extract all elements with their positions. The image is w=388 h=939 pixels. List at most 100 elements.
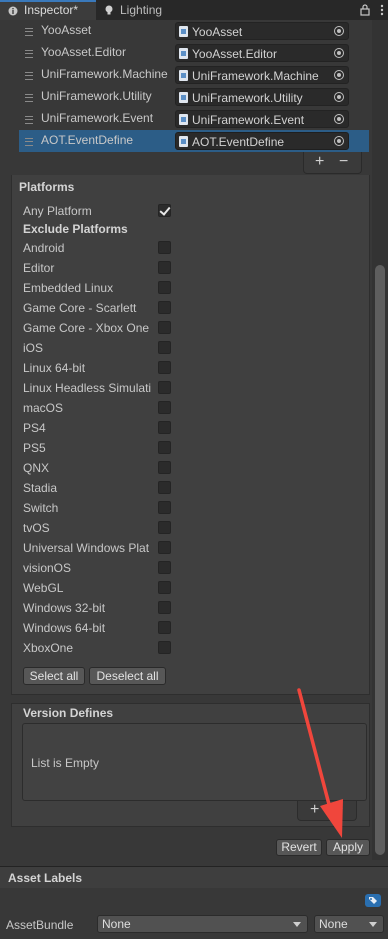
platform-label: Android [23, 241, 65, 255]
deselect-all-button[interactable]: Deselect all [89, 667, 166, 685]
asset-labels-title: Asset Labels [8, 871, 83, 885]
reference-label: UniFramework.Machine [41, 67, 168, 81]
drag-handle-icon[interactable] [25, 50, 33, 58]
object-field-value: UniFramework.Utility [192, 91, 303, 105]
object-field[interactable]: UniFramework.Utility [175, 88, 349, 106]
platform-label: Game Core - Xbox One [23, 321, 150, 335]
platform-label: Windows 64-bit [23, 621, 106, 635]
tab-bar: Inspector* Lighting [0, 0, 388, 20]
object-picker-icon[interactable] [334, 92, 344, 102]
tag-icon[interactable] [365, 894, 381, 907]
platform-checkbox[interactable] [158, 481, 171, 494]
asmdef-file-icon [179, 26, 188, 37]
any-platform-checkbox[interactable] [158, 204, 171, 217]
add-define-button[interactable]: + [310, 801, 319, 819]
reference-row[interactable]: UniFramework.Machine UniFramework.Machin… [19, 64, 369, 86]
platform-checkbox[interactable] [158, 361, 171, 374]
platform-checkbox[interactable] [158, 441, 171, 454]
tab-inspector[interactable]: Inspector* [0, 0, 96, 20]
platform-checkbox[interactable] [158, 501, 171, 514]
drag-handle-icon[interactable] [25, 28, 33, 36]
drag-handle-icon[interactable] [25, 72, 33, 80]
object-picker-icon[interactable] [334, 136, 344, 146]
platform-checkbox[interactable] [158, 581, 171, 594]
reference-row-selected[interactable]: AOT.EventDefine AOT.EventDefine [19, 130, 369, 152]
apply-button[interactable]: Apply [326, 839, 370, 856]
remove-reference-button[interactable]: − [339, 153, 348, 171]
info-icon [8, 6, 18, 16]
platform-checkbox[interactable] [158, 541, 171, 554]
version-defines-heading: Version Defines [23, 706, 114, 720]
platform-label: PS4 [23, 421, 46, 435]
asmdef-file-icon [179, 114, 188, 125]
reference-label: YooAsset [41, 23, 92, 37]
platform-checkbox[interactable] [158, 621, 171, 634]
platform-checkbox[interactable] [158, 401, 171, 414]
platform-label: Editor [23, 261, 55, 275]
assetbundle-label: AssetBundle [6, 918, 74, 932]
add-reference-button[interactable]: + [315, 153, 324, 171]
platform-checkbox[interactable] [158, 521, 171, 534]
version-defines-list: List is Empty [22, 723, 367, 801]
lightbulb-icon [105, 5, 113, 15]
reference-row[interactable]: UniFramework.Utility UniFramework.Utilit… [19, 86, 369, 108]
reference-row[interactable]: YooAsset YooAsset [19, 20, 369, 42]
platform-checkbox[interactable] [158, 301, 171, 314]
lock-icon[interactable] [360, 4, 370, 16]
any-platform-label: Any Platform [23, 204, 92, 218]
drag-handle-icon[interactable] [25, 94, 33, 102]
platform-label: visionOS [23, 561, 72, 575]
platform-checkbox[interactable] [158, 241, 171, 254]
platform-checkbox[interactable] [158, 261, 171, 274]
asset-labels-panel: AssetBundle None None [0, 888, 388, 939]
platform-checkbox[interactable] [158, 561, 171, 574]
object-picker-icon[interactable] [334, 114, 344, 124]
drag-handle-icon[interactable] [25, 138, 33, 146]
platform-checkbox[interactable] [158, 641, 171, 654]
assetbundle-dropdown[interactable]: None [97, 915, 308, 933]
platform-label: Switch [23, 501, 59, 515]
variant-dropdown[interactable]: None [314, 915, 384, 933]
asset-labels-header[interactable]: Asset Labels [0, 866, 388, 888]
scrollbar-thumb[interactable] [375, 265, 385, 855]
object-field-value: AOT.EventDefine [192, 135, 285, 149]
object-field[interactable]: UniFramework.Event [175, 110, 349, 128]
object-picker-icon[interactable] [334, 48, 344, 58]
object-picker-icon[interactable] [334, 26, 344, 36]
platform-label: Windows 32-bit [23, 601, 106, 615]
reference-row[interactable]: YooAsset.Editor YooAsset.Editor [19, 42, 369, 64]
object-field[interactable]: YooAsset [175, 22, 349, 40]
platform-checkbox[interactable] [158, 421, 171, 434]
kebab-menu-icon[interactable] [380, 4, 384, 16]
platform-checkbox[interactable] [158, 461, 171, 474]
platform-label: PS5 [23, 441, 46, 455]
variant-value: None [319, 917, 348, 931]
asmdef-file-icon [179, 70, 188, 81]
platform-label: Embedded Linux [23, 281, 114, 295]
asmdef-file-icon [179, 92, 188, 103]
object-field[interactable]: UniFramework.Machine [175, 66, 349, 84]
platform-label: Universal Windows Plat [23, 541, 150, 555]
asmdef-file-icon [179, 136, 188, 147]
platform-checkbox[interactable] [158, 321, 171, 334]
object-field-value: UniFramework.Machine [192, 69, 319, 83]
platform-checkbox[interactable] [158, 341, 171, 354]
platform-checkbox[interactable] [158, 381, 171, 394]
object-field[interactable]: AOT.EventDefine [175, 132, 349, 150]
object-picker-icon[interactable] [334, 70, 344, 80]
tab-lighting[interactable]: Lighting [96, 0, 186, 20]
object-field[interactable]: YooAsset.Editor [175, 44, 349, 62]
reference-row[interactable]: UniFramework.Event UniFramework.Event [19, 108, 369, 130]
platform-checkbox[interactable] [158, 601, 171, 614]
platform-checkbox[interactable] [158, 281, 171, 294]
select-all-button[interactable]: Select all [23, 667, 85, 685]
reference-label: AOT.EventDefine [41, 133, 134, 147]
drag-handle-icon[interactable] [25, 116, 33, 124]
remove-define-button[interactable]: − [334, 801, 343, 819]
revert-button[interactable]: Revert [276, 839, 322, 856]
reference-list-footer: + − [303, 152, 362, 174]
assetbundle-value: None [102, 917, 131, 931]
platform-label: QNX [23, 461, 50, 475]
platform-label: iOS [23, 341, 44, 355]
reference-label: YooAsset.Editor [41, 45, 126, 59]
